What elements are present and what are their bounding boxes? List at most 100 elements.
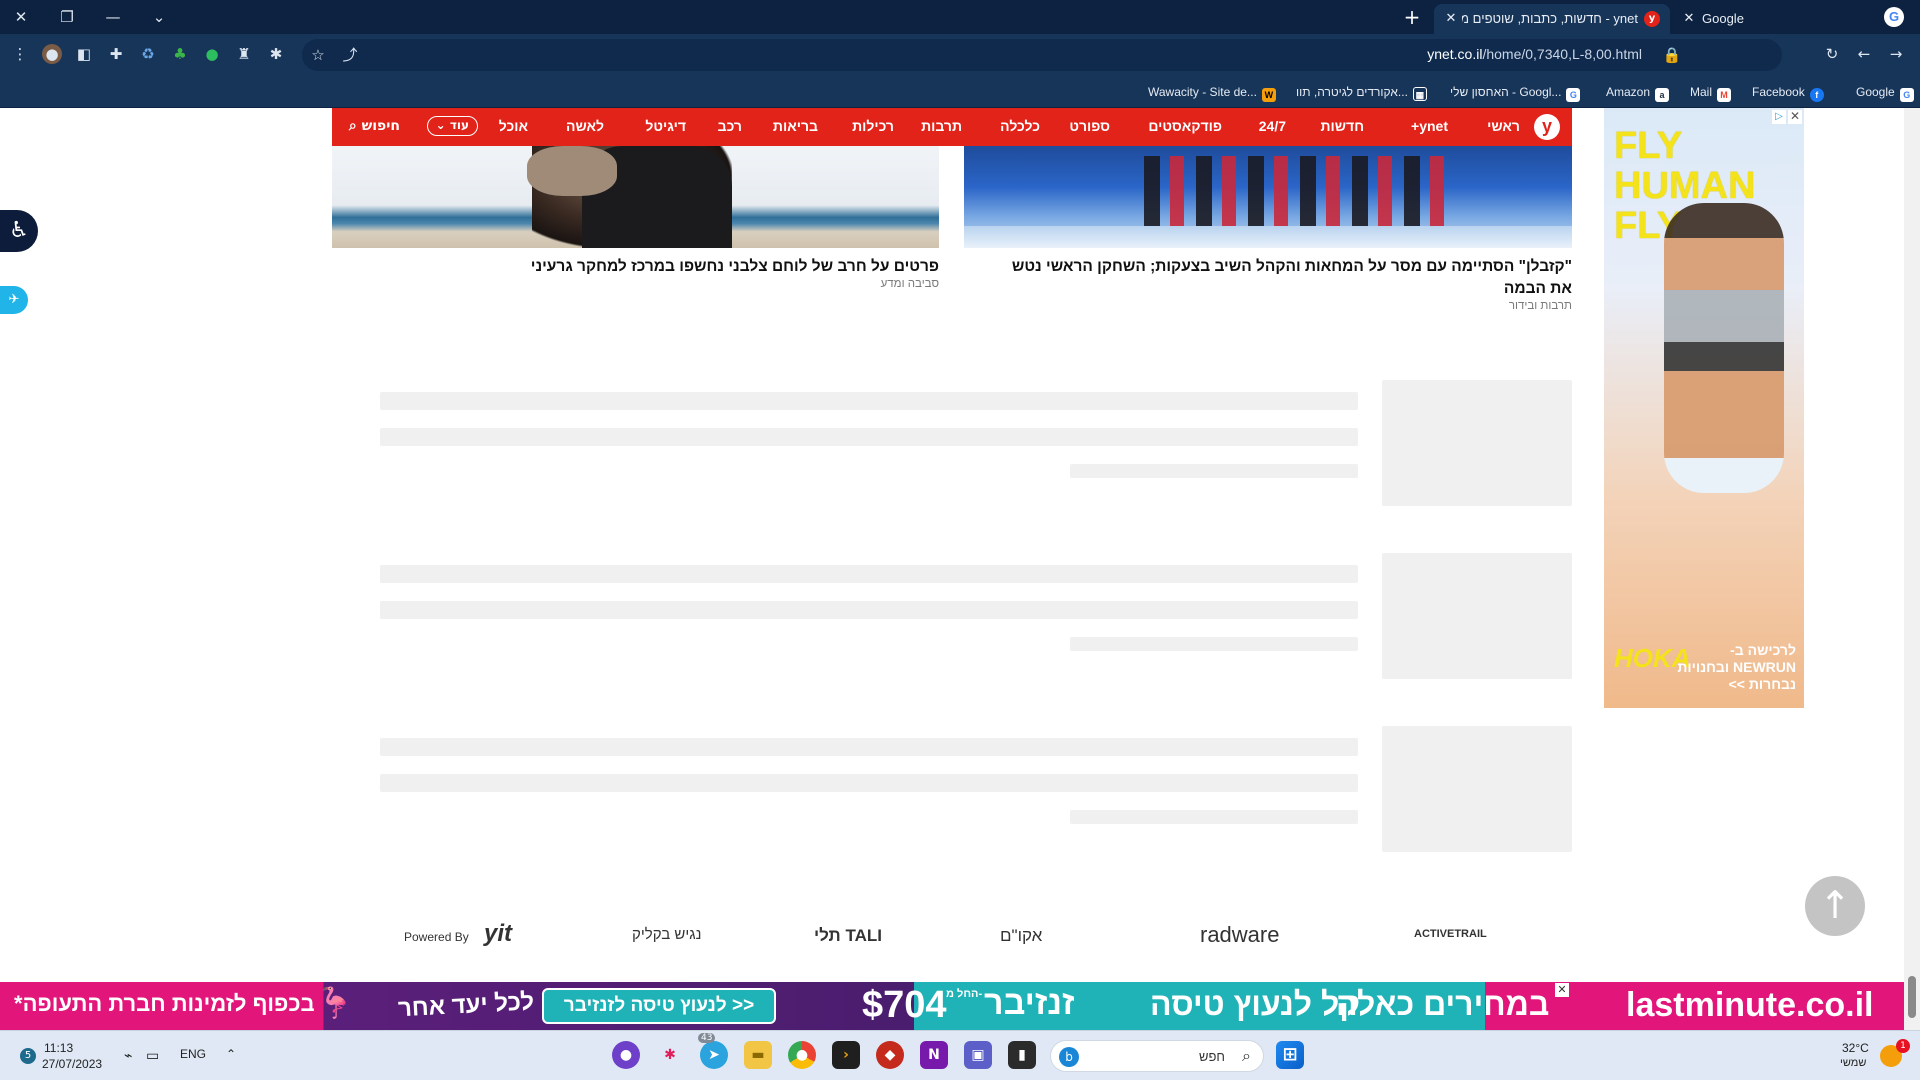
- amazon-icon: a: [1655, 88, 1670, 102]
- nav-item-cars[interactable]: רכב: [718, 118, 742, 134]
- bottom-ad-lastminute[interactable]: *בכפוף לזמינות חברת התעופה 🦩 או לכל יעד …: [0, 982, 1904, 1030]
- taskbar-search-input[interactable]: b חפש ⌕: [1050, 1040, 1264, 1072]
- article-category[interactable]: סביבה ומדע: [739, 278, 939, 290]
- weather-label[interactable]: שמשי: [1840, 1057, 1866, 1069]
- onenote-app-icon[interactable]: N: [920, 1041, 948, 1069]
- runner-image: [1664, 203, 1784, 493]
- ad-info-icon[interactable]: ▷: [1772, 110, 1786, 124]
- scroll-to-top-button[interactable]: ↑: [1805, 876, 1865, 936]
- teams-app-icon[interactable]: ▣: [964, 1041, 992, 1069]
- article-image-kazablan[interactable]: [964, 146, 1572, 248]
- nav-item-sport[interactable]: ספורט: [1069, 118, 1110, 134]
- nav-search-button[interactable]: חיפוש ⌕: [349, 118, 400, 134]
- article-headline[interactable]: "קזבלן" הסתיימה עם מסר על המחאות והקהל ה…: [1004, 256, 1572, 300]
- github-app-icon[interactable]: ●: [612, 1041, 640, 1069]
- extension-pin-icon[interactable]: ✱: [266, 44, 286, 64]
- display-icon[interactable]: ▭: [146, 1047, 159, 1064]
- side-panel-icon[interactable]: ◧: [74, 44, 94, 64]
- close-tab-icon[interactable]: ✕: [1680, 4, 1698, 34]
- article-headline[interactable]: פרטים על חרב של לוחם צלבני נחשפו במרכז ל…: [332, 256, 939, 278]
- gmail-icon: M: [1717, 88, 1732, 102]
- tray-overflow-icon[interactable]: ⌃: [226, 1047, 236, 1061]
- tali-logo[interactable]: תלי TALI: [814, 926, 882, 946]
- widgets-badge[interactable]: 5: [20, 1048, 36, 1064]
- tab-search-icon[interactable]: ⌄: [146, 4, 172, 30]
- scrollbar-thumb[interactable]: [1908, 976, 1916, 1018]
- nav-item-gossip[interactable]: רכילות: [852, 118, 894, 134]
- address-bar[interactable]: ☆ ⤴ ynet.co.il/home/0,7340,L-8,00.html 🔒: [302, 39, 1782, 71]
- forward-icon[interactable]: →: [1886, 44, 1906, 64]
- network-icon[interactable]: ⌁: [124, 1047, 132, 1064]
- slack-app-icon[interactable]: ✱: [656, 1041, 684, 1069]
- extensions-icon[interactable]: ✚: [106, 44, 126, 64]
- new-tab-button[interactable]: +: [1400, 6, 1424, 30]
- language-indicator[interactable]: ENG: [180, 1047, 206, 1061]
- side-ad-hoka[interactable]: ✕ ▷ FLY HUMAN FLY HOKA לרכישה ב- NEWRUN …: [1604, 108, 1804, 708]
- page-scrollbar[interactable]: [1904, 108, 1920, 1030]
- bookmark-mail[interactable]: Mail M: [1690, 82, 1732, 102]
- nav-item-ynet-plus[interactable]: ynet+: [1411, 118, 1448, 134]
- accessibility-partner-logo[interactable]: נגיש בקליק: [632, 926, 701, 943]
- article-image-crusader-sword[interactable]: [332, 146, 939, 248]
- loading-placeholder-line: [380, 565, 1358, 583]
- bookmark-amazon[interactable]: Amazon a: [1606, 82, 1670, 102]
- bookmark-google-drive[interactable]: האחסון שלי - Googl... G: [1450, 82, 1581, 102]
- clock-time[interactable]: 11:13: [44, 1041, 73, 1055]
- bookmark-chords[interactable]: אקורדים לגיטרה, תוו... ▦: [1296, 82, 1427, 102]
- nav-item-podcasts[interactable]: פודקאסטים: [1148, 118, 1222, 134]
- bookmark-google[interactable]: Google G: [1856, 82, 1914, 102]
- nav-item-24-7[interactable]: 24/7: [1259, 118, 1286, 134]
- extension-evernote-icon[interactable]: ●: [202, 44, 222, 64]
- tab-google[interactable]: ✕ Google: [1676, 4, 1876, 34]
- notification-badge[interactable]: 1: [1896, 1039, 1910, 1053]
- nav-item-digital[interactable]: דיגיטל: [645, 118, 686, 134]
- bookmark-facebook[interactable]: Facebook f: [1752, 82, 1824, 102]
- nav-item-home[interactable]: ראשי: [1487, 118, 1520, 134]
- ynet-logo[interactable]: y: [1534, 114, 1560, 140]
- plex-app-icon[interactable]: ›: [832, 1041, 860, 1069]
- reload-icon[interactable]: ↻: [1822, 44, 1842, 64]
- accessibility-icon[interactable]: ♿: [0, 210, 38, 252]
- nav-more-button[interactable]: עוד ⌄: [426, 116, 478, 136]
- radware-logo[interactable]: radware: [1200, 922, 1279, 948]
- nav-item-news[interactable]: חדשות: [1321, 118, 1365, 134]
- extension-tree-icon[interactable]: ♣: [170, 44, 190, 64]
- nav-item-health[interactable]: בריאות: [773, 118, 818, 134]
- close-tab-icon[interactable]: ✕: [1442, 4, 1460, 34]
- brave-app-icon[interactable]: ◆: [876, 1041, 904, 1069]
- ad-close-icon[interactable]: ✕: [1555, 983, 1569, 997]
- bookmark-wawacity[interactable]: Wawacity - Site de... W: [1148, 82, 1276, 102]
- loading-placeholder-image: [1382, 380, 1572, 506]
- profile-avatar-icon[interactable]: ●: [42, 44, 62, 64]
- activetrail-logo[interactable]: ACTIVETRAIL: [1414, 928, 1487, 940]
- google-account-icon[interactable]: G: [1884, 7, 1904, 27]
- bookmark-star-icon[interactable]: ☆: [308, 45, 328, 65]
- weather-temp[interactable]: 32°C: [1842, 1041, 1869, 1055]
- extension-recycle-icon[interactable]: ♻: [138, 44, 158, 64]
- windows-start-icon[interactable]: ⊞: [1276, 1041, 1304, 1069]
- restore-window-icon[interactable]: ❐: [54, 4, 80, 30]
- back-icon[interactable]: ←: [1854, 44, 1874, 64]
- acum-logo[interactable]: אקו"ם: [1000, 926, 1042, 946]
- share-icon[interactable]: ⤴: [340, 45, 360, 65]
- extension-ninja-icon[interactable]: ♜: [234, 44, 254, 64]
- clock-date[interactable]: 27/07/2023: [42, 1057, 102, 1071]
- minimize-window-icon[interactable]: —: [100, 4, 126, 30]
- ad-cta-button[interactable]: לנעוץ טיסה לזנזיבר >>: [542, 988, 776, 1024]
- browser-menu-icon[interactable]: ⋮: [10, 44, 30, 64]
- bird-widget-icon[interactable]: ✈: [0, 286, 28, 314]
- lock-icon[interactable]: 🔒: [1662, 45, 1682, 65]
- close-window-icon[interactable]: ✕: [8, 4, 34, 30]
- terminal-app-icon[interactable]: ▮: [1008, 1041, 1036, 1069]
- file-explorer-icon[interactable]: ▬: [744, 1041, 772, 1069]
- nav-item-economy[interactable]: כלכלה: [1000, 118, 1040, 134]
- article-category[interactable]: תרבות ובידור: [1372, 300, 1572, 312]
- nav-item-culture[interactable]: תרבות: [921, 118, 962, 134]
- telegram-app-icon[interactable]: ➤: [700, 1041, 728, 1069]
- nav-item-food[interactable]: אוכל: [499, 118, 528, 134]
- chrome-app-icon[interactable]: ●: [788, 1041, 816, 1069]
- nav-item-women[interactable]: לאשה: [566, 118, 604, 134]
- tab-ynet[interactable]: ✕ ynet - חדשות, כתבות, שוטפים מהארץ ומהע…: [1434, 4, 1670, 34]
- ad-close-icon[interactable]: ✕: [1788, 110, 1802, 124]
- yit-logo[interactable]: yit: [484, 920, 512, 948]
